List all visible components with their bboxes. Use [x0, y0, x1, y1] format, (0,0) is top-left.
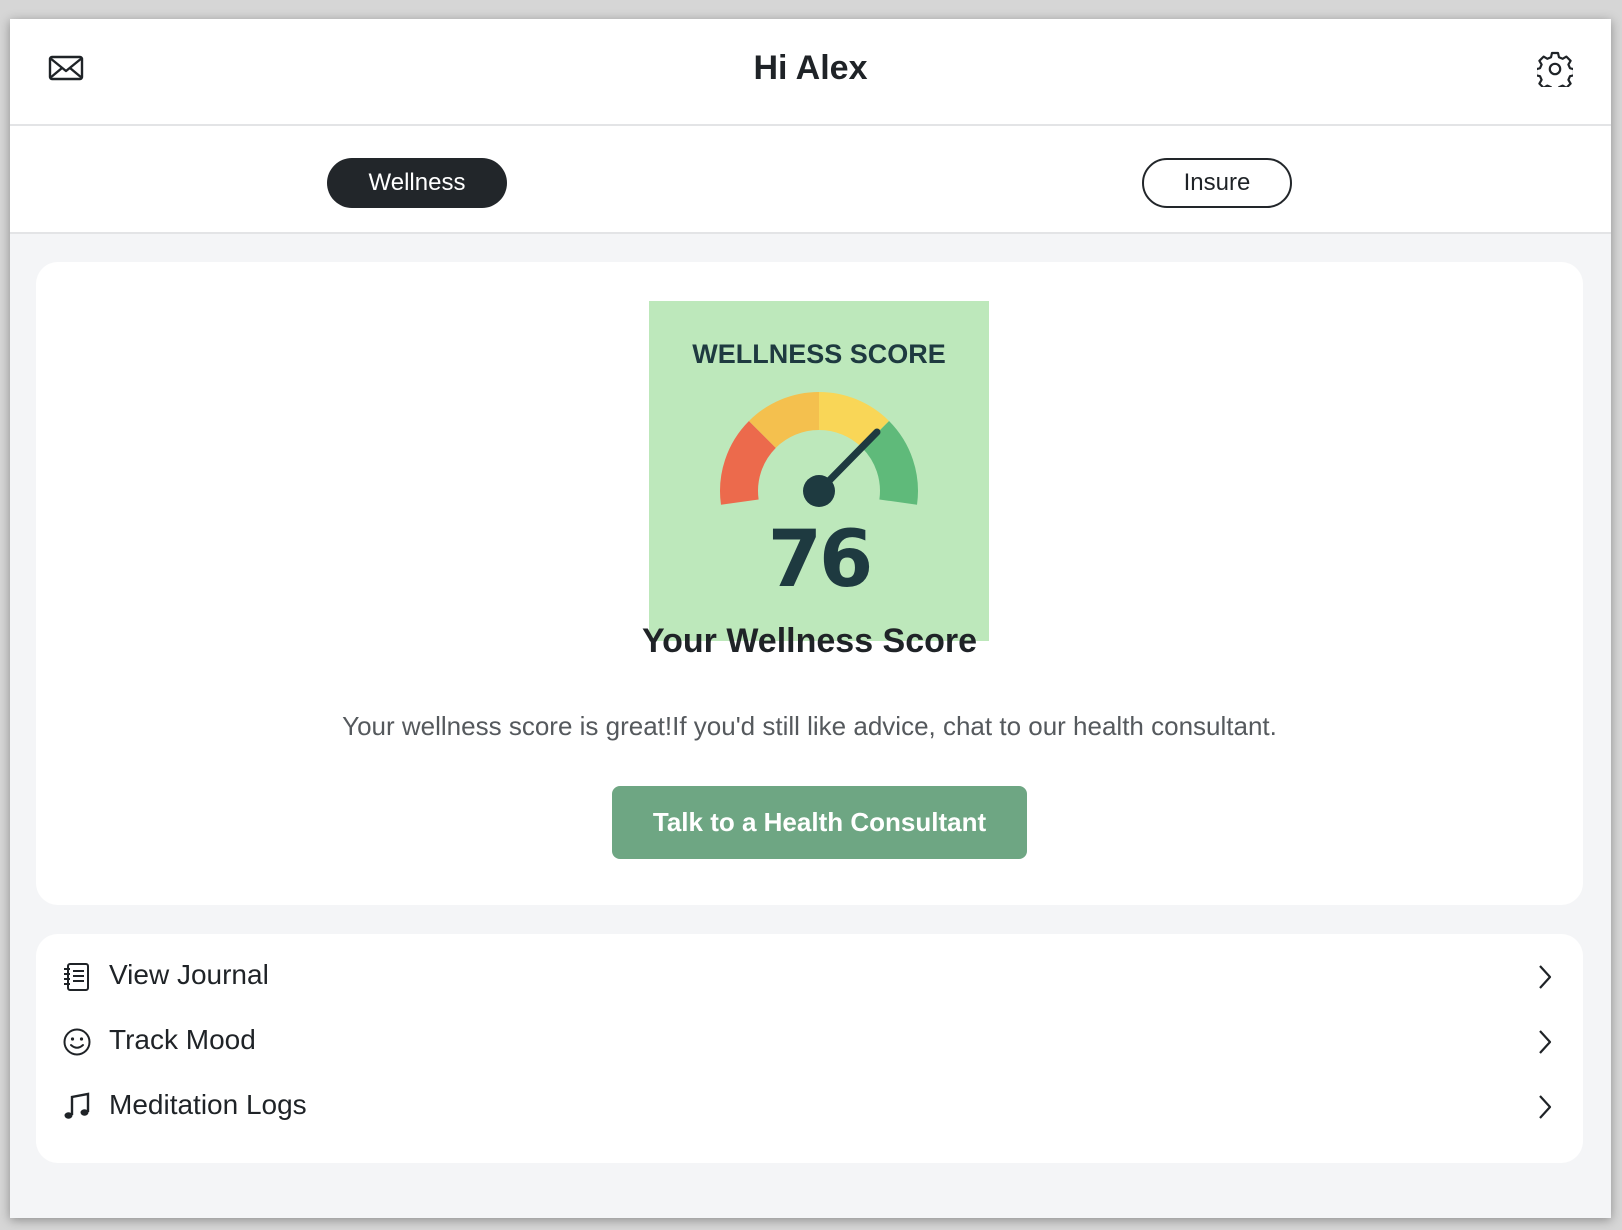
menu-item-label: View Journal: [109, 959, 269, 990]
menu-item-track-mood[interactable]: Track Mood: [36, 1009, 1583, 1073]
wellness-score-description: Your wellness score is great!If you'd st…: [342, 711, 1277, 741]
gauge-pivot: [803, 475, 835, 507]
talk-to-consultant-button[interactable]: Talk to a Health Consultant: [612, 786, 1027, 859]
tab-wellness[interactable]: Wellness: [327, 158, 507, 208]
menu-item-view-journal[interactable]: View Journal: [36, 944, 1583, 1008]
menu-item-label: Meditation Logs: [109, 1089, 307, 1120]
greeting-title: Hi Alex: [753, 49, 868, 87]
header-bar: Hi Alex: [10, 19, 1611, 126]
gauge-score-value: 76: [768, 515, 871, 605]
tab-insure[interactable]: Insure: [1142, 158, 1292, 208]
menu-item-label: Track Mood: [109, 1024, 256, 1055]
journal-icon: [64, 963, 89, 991]
wellness-score-gauge-image: WELLNESS SCORE 76: [649, 301, 989, 641]
music-note-icon: [64, 1092, 90, 1119]
menu-item-meditation-logs[interactable]: Meditation Logs: [36, 1074, 1583, 1138]
chevron-right-icon: [1539, 1095, 1552, 1119]
chevron-right-icon: [1539, 1030, 1552, 1054]
app-window: Hi Alex Wellness Insure WELLNESS SCORE 7…: [10, 19, 1611, 1218]
wellness-score-card: WELLNESS SCORE 76 Your Wellness Score Yo…: [36, 262, 1583, 905]
smiley-icon: [63, 1028, 91, 1056]
gear-icon[interactable]: [1537, 51, 1573, 87]
gauge-heading: WELLNESS SCORE: [692, 339, 946, 369]
tab-bar: Wellness Insure: [10, 126, 1611, 234]
wellness-score-title: Your Wellness Score: [641, 622, 978, 660]
wellness-menu: View Journal Track Mood Meditation Logs: [36, 934, 1583, 1163]
chevron-right-icon: [1539, 965, 1552, 989]
